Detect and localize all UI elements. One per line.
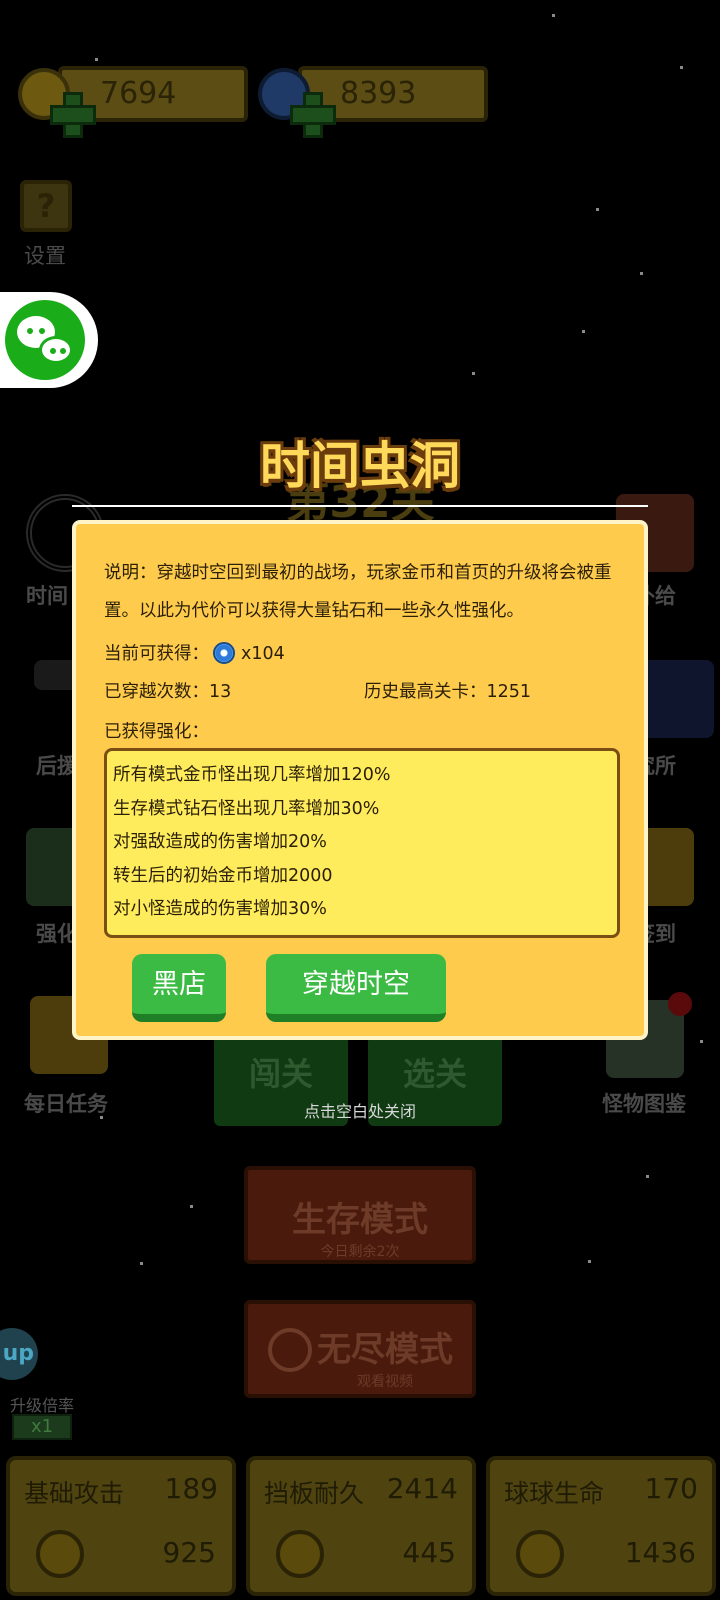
coin-icon (276, 1530, 324, 1578)
settings-question-icon[interactable]: ? (20, 180, 72, 232)
buff-item: 对小怪造成的伤害增加30% (113, 899, 327, 919)
endless-mode-button[interactable]: 无尽模式 观看视频 (244, 1300, 476, 1398)
coin-balance-value: 7694 (100, 76, 177, 111)
popup-divider (72, 505, 648, 507)
survival-mode-sub: 今日剩余2次 (320, 1244, 400, 1260)
endless-mode-label: 无尽模式 (317, 1330, 453, 1370)
survival-mode-label: 生存模式 (292, 1200, 428, 1240)
star (552, 14, 555, 17)
stat-name: 球球生命 (504, 1479, 605, 1508)
select-level-button-label: 选关 (402, 1055, 467, 1093)
gem-balance-value: 8393 (340, 76, 417, 111)
multiplier-value[interactable]: x1 (12, 1414, 72, 1440)
star (640, 272, 643, 275)
buffs-label: 已获得强化： (104, 722, 209, 742)
buff-item: 生存模式钻石怪出现几率增加30% (113, 798, 380, 819)
stat-value: 189 (164, 1472, 218, 1505)
star (588, 1260, 591, 1263)
stat-cost: 445 (402, 1536, 456, 1569)
time-wormhole-dialog: 说明：穿越时空回到最初的战场，玩家金币和首页的升级将会被重置。以此为代价可以获得… (72, 520, 648, 1040)
stat-cost: 1436 (624, 1536, 696, 1569)
side-label-left-1: 时间 (26, 584, 68, 608)
star (582, 330, 585, 333)
stat-card-attack[interactable]: 基础攻击 189 925 (6, 1456, 236, 1596)
multiplier-label: 升级倍率 (10, 1396, 75, 1415)
video-play-icon (268, 1328, 312, 1372)
wechat-icon (5, 300, 85, 380)
add-gems-plus-icon[interactable] (290, 92, 336, 138)
stat-card-ball-life[interactable]: 球球生命 170 1436 (486, 1456, 716, 1596)
stat-card-paddle[interactable]: 挡板耐久 2414 445 (246, 1456, 476, 1596)
wechat-share-button[interactable] (0, 292, 98, 388)
diamond-icon (213, 642, 235, 664)
wechat-eye (39, 328, 45, 334)
stat-name: 挡板耐久 (264, 1479, 365, 1508)
star (140, 1262, 143, 1265)
survival-mode-button[interactable]: 生存模式 今日剩余2次 (244, 1166, 476, 1264)
wechat-eye (60, 348, 66, 354)
stat-cost: 925 (162, 1536, 216, 1569)
settings-label: 设置 (24, 244, 66, 268)
dialog-description: 说明：穿越时空回到最初的战场，玩家金币和首页的升级将会被重置。以此为代价可以获得… (104, 563, 612, 621)
gain-label: 当前可获得： (104, 644, 209, 664)
close-hint[interactable]: 点击空白处关闭 (0, 1098, 720, 1122)
time-travel-button[interactable]: 穿越时空 (266, 954, 446, 1022)
stat-value: 170 (644, 1472, 698, 1505)
coin-icon (36, 1530, 84, 1578)
notification-dot (668, 992, 692, 1016)
stat-name: 基础攻击 (24, 1479, 125, 1508)
star (700, 1040, 703, 1043)
wechat-bubble-right (39, 336, 73, 364)
buff-list: 所有模式金币怪出现几率增加120% 生存模式钻石怪出现几率增加30% 对强敌造成… (104, 748, 620, 938)
buff-item: 所有模式金币怪出现几率增加120% (113, 765, 391, 785)
endless-mode-sub: 观看视频 (357, 1374, 413, 1390)
buff-item: 对强敌造成的伤害增加20% (113, 832, 327, 852)
star (596, 208, 599, 211)
star (190, 1205, 193, 1208)
gain-value: x104 (241, 644, 285, 664)
challenge-button-label: 闯关 (248, 1055, 313, 1093)
star (472, 372, 475, 375)
stat-value: 2414 (386, 1472, 458, 1505)
coin-icon (516, 1530, 564, 1578)
star (680, 66, 683, 69)
best-level: 历史最高关卡：1251 (364, 682, 532, 702)
popup-title: 时间虫洞 (260, 437, 460, 495)
black-shop-button[interactable]: 黑店 (132, 954, 226, 1022)
add-coins-plus-icon[interactable] (50, 92, 96, 138)
gain-row: 当前可获得： x104 (104, 640, 285, 665)
wechat-eye (27, 328, 33, 334)
star (95, 58, 98, 61)
travel-count: 已穿越次数：13 (104, 682, 232, 702)
star (646, 1175, 649, 1178)
wechat-eye (50, 348, 56, 354)
buff-item: 转生后的初始金币增加2000 (113, 865, 333, 886)
